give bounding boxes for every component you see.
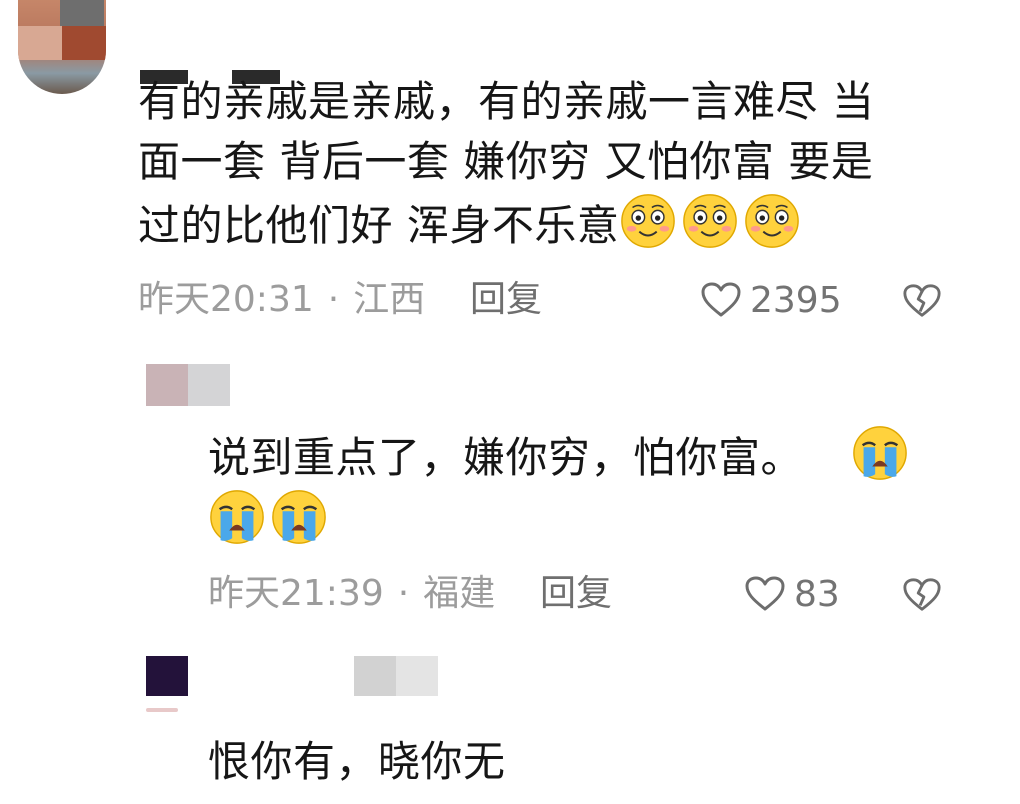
reply-button[interactable]: 回复 bbox=[540, 572, 612, 616]
comment-location: 福建 bbox=[423, 573, 496, 614]
broken-heart-icon[interactable] bbox=[902, 282, 942, 320]
like-button[interactable]: 2395 bbox=[700, 278, 842, 322]
broken-heart-icon[interactable] bbox=[902, 576, 942, 614]
comment-line: 说到重点了，嫌你穷，怕你富。 bbox=[208, 424, 968, 488]
meta-separator: · bbox=[397, 573, 410, 614]
reply-comment-text: 说到重点了，嫌你穷，怕你富。 bbox=[208, 424, 968, 552]
comment-line: 恨你有，晓你无 bbox=[208, 737, 506, 786]
comment-meta: 昨天21:39 · 福建 bbox=[208, 572, 495, 616]
comment-line: 过的比他们好 浑身不乐意 bbox=[138, 192, 958, 256]
blushing-smile-icon bbox=[619, 192, 677, 250]
reply-comment-text: 恨你有，晓你无 bbox=[208, 732, 968, 792]
comment-meta: 昨天20:31 · 江西 bbox=[138, 278, 425, 322]
heart-outline-icon bbox=[744, 575, 786, 613]
like-count: 83 bbox=[794, 573, 840, 615]
loudly-crying-face-icon bbox=[208, 488, 266, 546]
meta-separator: · bbox=[327, 279, 340, 320]
comment-location: 江西 bbox=[353, 279, 426, 320]
heart-outline-icon bbox=[700, 281, 742, 319]
reply-username-redacted[interactable] bbox=[146, 364, 230, 406]
loudly-crying-face-icon bbox=[270, 488, 328, 546]
reply-button[interactable]: 回复 bbox=[470, 278, 542, 322]
comment-text: 有的亲戚是亲戚，有的亲戚一言难尽 当 面一套 背后一套 嫌你穷 又怕你富 要是 … bbox=[138, 72, 958, 256]
comment-time: 昨天20:31 bbox=[138, 279, 314, 320]
comment-line: 面一套 背后一套 嫌你穷 又怕你富 要是 bbox=[138, 137, 874, 186]
avatar[interactable] bbox=[18, 0, 106, 94]
comment-time: 昨天21:39 bbox=[208, 573, 384, 614]
comment-line bbox=[208, 488, 968, 552]
blushing-smile-icon bbox=[681, 192, 739, 250]
like-count: 2395 bbox=[750, 279, 842, 321]
blushing-smile-icon bbox=[743, 192, 801, 250]
like-button[interactable]: 83 bbox=[744, 572, 840, 616]
comment-line: 有的亲戚是亲戚，有的亲戚一言难尽 当 bbox=[138, 77, 875, 126]
reply-username-redacted[interactable] bbox=[146, 656, 446, 712]
loudly-crying-face-icon bbox=[851, 424, 909, 482]
